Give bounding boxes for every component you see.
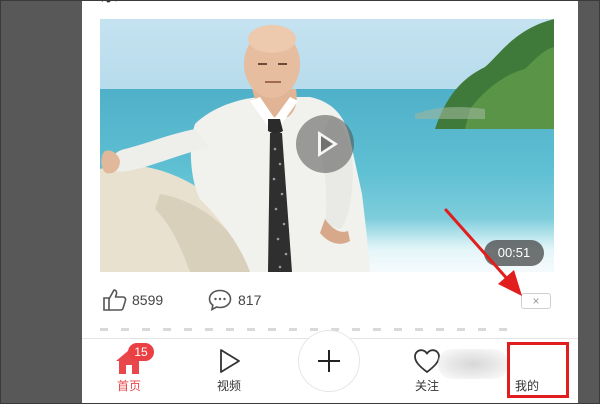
post-actions: 8599 817 ×: [100, 280, 554, 320]
tab-mine-label: 我的: [514, 379, 539, 393]
publish-button[interactable]: [299, 331, 359, 391]
post-title: 东: [100, 0, 130, 6]
home-badge: 15: [128, 343, 154, 361]
comment-icon[interactable]: [208, 289, 232, 311]
tab-home-label: 首页: [116, 379, 141, 393]
play-outline-icon: [220, 349, 240, 373]
play-button[interactable]: [296, 115, 354, 173]
right-backdrop: [578, 0, 600, 404]
bottom-tab-bar: 15 首页 视频 关注 我的: [82, 331, 578, 404]
tab-video-label: 视频: [216, 379, 241, 393]
like-count: 8599: [132, 292, 164, 308]
comment-count: 817: [238, 292, 262, 308]
phone-screen: 东: [82, 0, 578, 404]
heart-icon: [414, 349, 440, 373]
tab-home[interactable]: 15 首页: [94, 339, 164, 404]
dismiss-button[interactable]: ×: [521, 293, 551, 309]
tab-follow-label: 关注: [414, 379, 439, 393]
video-duration: 00:51: [484, 240, 544, 266]
left-backdrop: [0, 0, 82, 404]
tab-mine[interactable]: 我的: [492, 339, 562, 404]
video-player[interactable]: 00:51: [100, 19, 554, 272]
tab-video[interactable]: 视频: [194, 339, 264, 404]
thumbs-up-icon[interactable]: [102, 288, 128, 312]
